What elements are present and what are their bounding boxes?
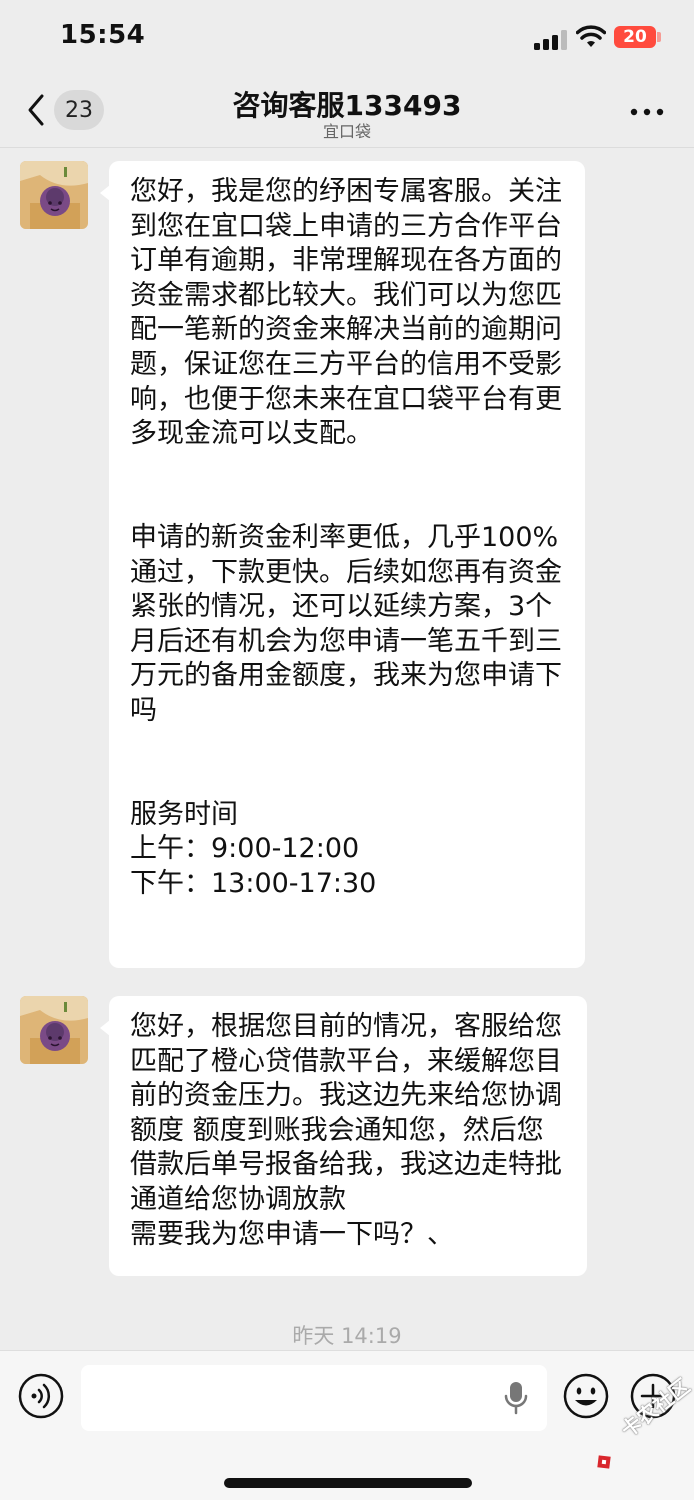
more-options-icon[interactable] (630, 108, 664, 116)
cellular-signal-icon (534, 30, 567, 50)
chat-subtitle: 宜口袋 (322, 122, 371, 141)
message-bubble[interactable]: 您好，根据您目前的情况，客服给您匹配了橙心贷借款平台，来缓解您目前的资金压力。我… (100, 996, 587, 1276)
agent-avatar[interactable] (20, 161, 88, 229)
agent-avatar[interactable] (20, 996, 88, 1064)
message-input[interactable] (81, 1365, 547, 1431)
nav-bar: 23 咨询客服133493 宜口袋 (0, 76, 694, 148)
home-indicator[interactable] (224, 1478, 472, 1488)
avatar-image (20, 996, 88, 1064)
wifi-icon (576, 25, 606, 47)
battery-indicator: 20 (614, 26, 656, 48)
message-bubble[interactable]: 您好，我是您的纾困专属客服。关注到您在宜口袋上申请的三方合作平台订单有逾期，非常… (100, 161, 585, 968)
voice-mode-icon[interactable] (18, 1373, 64, 1419)
avatar-image (20, 161, 88, 229)
status-time: 15:54 (60, 20, 146, 50)
status-bar: 15:54 20 (0, 0, 694, 76)
microphone-icon[interactable] (504, 1381, 528, 1415)
battery-cap (657, 32, 661, 42)
message-timestamp: 昨天 14:19 (292, 1324, 402, 1348)
